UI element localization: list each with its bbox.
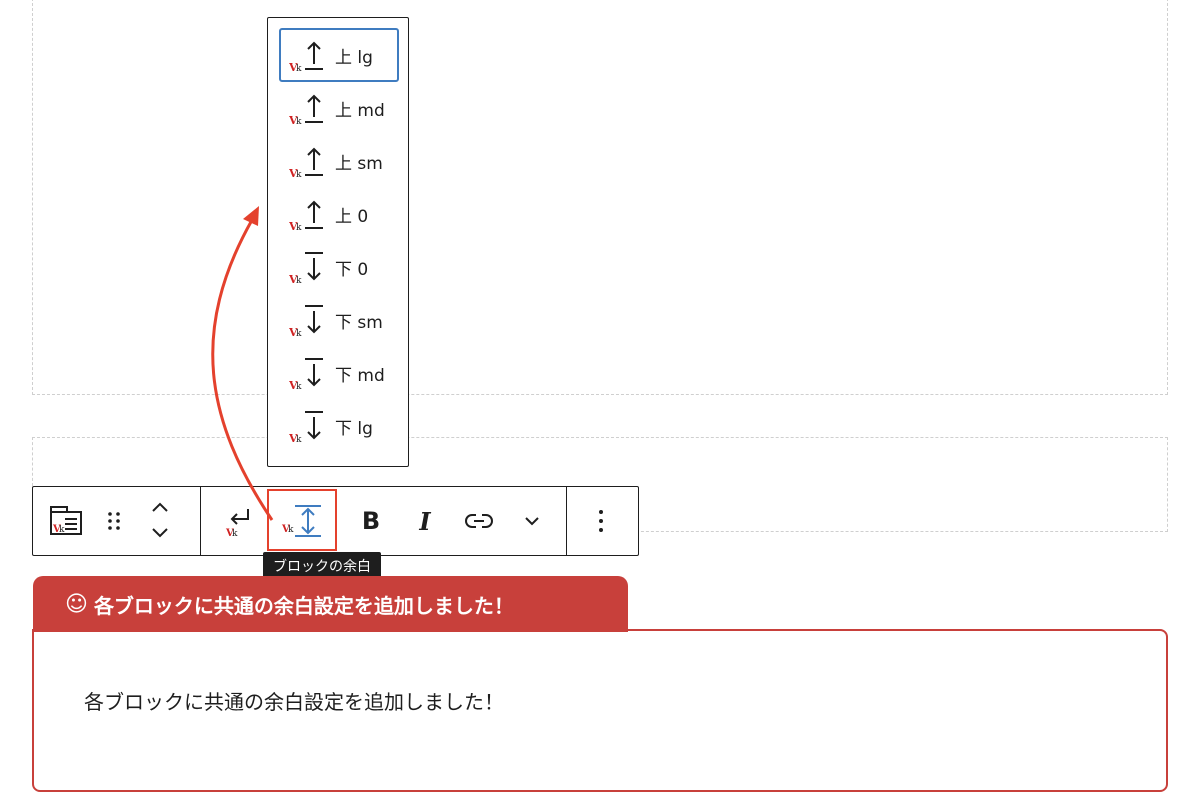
italic-label: I xyxy=(419,506,431,536)
smile-icon: ☺ xyxy=(65,591,88,617)
menu-item-label: 上 sm xyxy=(335,153,383,174)
chevron-up-down-icon xyxy=(152,502,168,538)
menu-item-label: 下 0 xyxy=(335,259,369,280)
menu-item-top-3[interactable]: Vk 上 0 xyxy=(279,187,399,241)
menu-item-label: 上 md xyxy=(335,100,385,121)
notice-title: 各ブロックに共通の余白設定を追加しました！ xyxy=(93,593,514,618)
link-button[interactable] xyxy=(459,487,499,555)
svg-text:k: k xyxy=(296,117,302,126)
chevron-down-icon xyxy=(525,517,539,526)
arrow-down-bar-icon: Vk xyxy=(288,355,327,392)
more-format-button[interactable] xyxy=(515,487,549,555)
block-type-button[interactable]: V k xyxy=(43,487,91,555)
arrow-up-bar-icon: Vk xyxy=(288,196,327,233)
menu-item-top-1[interactable]: Vk 上 md xyxy=(279,81,399,135)
bold-label: B xyxy=(361,507,381,535)
svg-text:k: k xyxy=(288,525,294,535)
arrow-down-bar-icon: Vk xyxy=(288,249,327,286)
svg-text:k: k xyxy=(59,525,65,535)
italic-button[interactable]: I xyxy=(407,487,443,555)
svg-text:k: k xyxy=(296,64,302,73)
svg-text:k: k xyxy=(296,170,302,179)
menu-item-bottom-4[interactable]: Vk 下 0 xyxy=(279,240,399,294)
svg-text:k: k xyxy=(296,329,302,338)
svg-text:k: k xyxy=(296,223,302,232)
menu-item-label: 下 lg xyxy=(335,418,373,439)
drag-handle[interactable] xyxy=(99,487,129,555)
vertical-ellipsis-icon xyxy=(599,510,603,532)
drag-dots-icon xyxy=(108,512,120,530)
menu-item-top-0[interactable]: Vk 上 lg xyxy=(279,28,399,82)
svg-text:k: k xyxy=(232,529,238,539)
arrow-down-bar-icon: Vk xyxy=(288,408,327,445)
menu-item-bottom-7[interactable]: Vk 下 lg xyxy=(279,399,399,453)
enter-arrow-icon: V k xyxy=(225,509,249,539)
paragraph-block-top[interactable] xyxy=(32,0,1168,395)
arrow-up-bar-icon: Vk xyxy=(288,37,327,74)
block-margin-button[interactable]: V k xyxy=(273,487,333,555)
vertical-spacing-icon: V k xyxy=(281,505,321,537)
svg-text:k: k xyxy=(296,435,302,444)
svg-text:k: k xyxy=(296,382,302,391)
arrow-up-bar-icon: Vk xyxy=(288,90,327,127)
line-break-button[interactable]: V k xyxy=(213,487,263,555)
notice-title-tab: ☺ 各ブロックに共通の余白設定を追加しました！ xyxy=(33,576,628,632)
vk-block-icon: V k xyxy=(50,506,82,535)
block-margin-dropdown: Vk 上 lg Vk 上 md Vk 上 sm Vk 上 0 Vk 下 0 Vk 下 sm Vk 下 md… xyxy=(267,17,409,467)
menu-item-label: 上 lg xyxy=(335,47,373,68)
notice-box: 各ブロックに共通の余白設定を追加しました！ xyxy=(32,629,1168,792)
move-up-down-button[interactable] xyxy=(145,487,175,555)
menu-item-label: 上 0 xyxy=(335,206,369,227)
arrow-down-bar-icon: Vk xyxy=(288,302,327,339)
menu-item-label: 下 sm xyxy=(335,312,383,333)
menu-item-top-2[interactable]: Vk 上 sm xyxy=(279,134,399,188)
notice-body-text: 各ブロックに共通の余白設定を追加しました！ xyxy=(84,690,504,714)
bold-button[interactable]: B xyxy=(353,487,389,555)
arrow-up-bar-icon: Vk xyxy=(288,143,327,180)
block-toolbar: V k V k V k B I xyxy=(32,486,639,556)
menu-item-bottom-6[interactable]: Vk 下 md xyxy=(279,346,399,400)
menu-item-bottom-5[interactable]: Vk 下 sm xyxy=(279,293,399,347)
options-button[interactable] xyxy=(583,487,619,555)
menu-item-label: 下 md xyxy=(335,365,385,386)
link-icon xyxy=(465,514,493,528)
svg-text:k: k xyxy=(296,276,302,285)
